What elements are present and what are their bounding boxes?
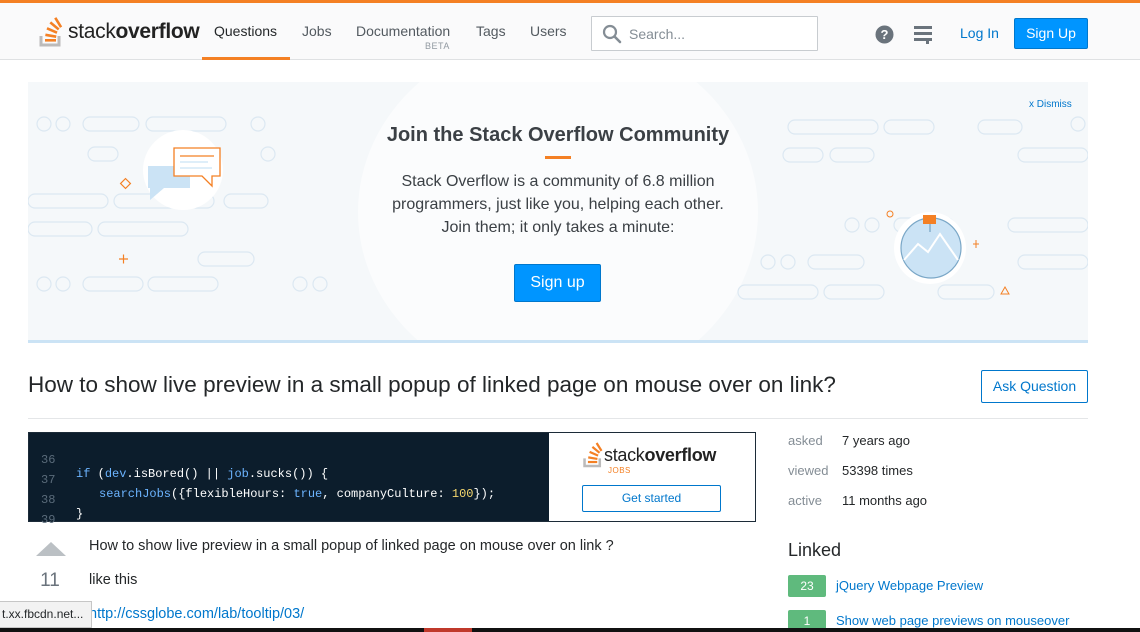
banner-text: Stack Overflow is a community of 6.8 mil…: [392, 173, 724, 236]
documentation-beta-badge: BETA: [425, 41, 450, 51]
ad-brand-panel: stackoverflow JOBS Get started: [549, 433, 755, 521]
linked-count-badge[interactable]: 23: [788, 575, 826, 597]
banner-accent-bar: [545, 156, 571, 159]
code-line: 39 // A career site that’s by developers…: [41, 513, 465, 541]
stat-active-value[interactable]: 11 months ago: [842, 493, 927, 508]
linked-question-link[interactable]: jQuery Webpage Preview: [836, 578, 983, 593]
stack-logo-icon: [583, 442, 603, 468]
question-title[interactable]: How to show live preview in a small popu…: [28, 372, 836, 398]
nav-users[interactable]: Users: [530, 23, 567, 39]
linked-heading: Linked: [788, 540, 842, 560]
top-bar: stackoverflow Questions Jobs Documentati…: [0, 0, 1140, 60]
svg-text:?: ?: [881, 27, 889, 42]
banner-signup-button[interactable]: Sign up: [514, 264, 601, 302]
ask-question-button[interactable]: Ask Question: [981, 370, 1088, 403]
community-banner: x Dismiss Join the Stack Overflow Commun…: [28, 82, 1088, 343]
jobs-advertisement[interactable]: 36 if (dev.isBored() || job.sucks()) { 3…: [28, 432, 756, 541]
signup-button[interactable]: Sign Up: [1014, 18, 1088, 49]
jobs-label: JOBS: [608, 466, 631, 475]
search-input[interactable]: [629, 23, 809, 45]
stat-active-label: active: [788, 493, 822, 508]
linked-question-link[interactable]: Show web page previews on mouseover: [836, 613, 1069, 628]
code-line: 36 if (dev.isBored() || job.sucks()) {: [41, 453, 329, 481]
divider: [28, 418, 1088, 419]
banner-title: Join the Stack Overflow Community: [386, 124, 730, 146]
bottom-red-marker: [424, 628, 472, 632]
code-line: 37 searchJobs({flexibleHours: true, comp…: [41, 473, 496, 501]
search-icon: [602, 24, 622, 44]
search-box[interactable]: [591, 16, 818, 51]
post-body-link[interactable]: http://cssglobe.com/lab/tooltip/03/: [89, 606, 304, 622]
browser-status-bubble: t.xx.fbcdn.net...: [0, 601, 93, 628]
bottom-strip: [0, 628, 1140, 632]
jobs-logo: stackoverflow: [582, 441, 716, 469]
stat-viewed-value: 53398 times: [842, 463, 913, 478]
stat-asked-value[interactable]: 7 years ago: [842, 433, 910, 448]
dismiss-link[interactable]: x Dismiss: [1029, 99, 1072, 110]
post-body-line: like this: [89, 572, 138, 588]
chat-bubbles-icon: [119, 130, 223, 264]
get-started-button[interactable]: Get started: [582, 485, 721, 512]
active-nav-indicator: [202, 57, 290, 60]
post-body-line: How to show live preview in a small popu…: [89, 538, 614, 554]
ad-code-block: 36 if (dev.isBored() || job.sucks()) { 3…: [29, 433, 549, 541]
nav-jobs[interactable]: Jobs: [302, 23, 332, 39]
help-icon[interactable]: ?: [875, 25, 894, 44]
nav-tags[interactable]: Tags: [476, 23, 506, 39]
stack-logo-icon: [39, 17, 63, 47]
nav-questions[interactable]: Questions: [214, 23, 277, 39]
post-body-line: http://cssglobe.com/lab/tooltip/03/: [89, 606, 304, 622]
stat-viewed-label: viewed: [788, 463, 829, 478]
upvote-arrow-icon[interactable]: [36, 542, 66, 556]
code-line: 38 }: [41, 493, 84, 521]
logo-text: stackoverflow: [68, 20, 200, 43]
stat-asked-label: asked: [788, 433, 823, 448]
login-link[interactable]: Log In: [960, 25, 999, 41]
mountain-flag-icon: [886, 210, 1010, 295]
nav-documentation[interactable]: Documentation: [356, 23, 450, 39]
site-switcher-icon[interactable]: [913, 25, 933, 44]
site-logo[interactable]: stackoverflow: [38, 16, 200, 48]
vote-count: 11: [40, 570, 60, 591]
